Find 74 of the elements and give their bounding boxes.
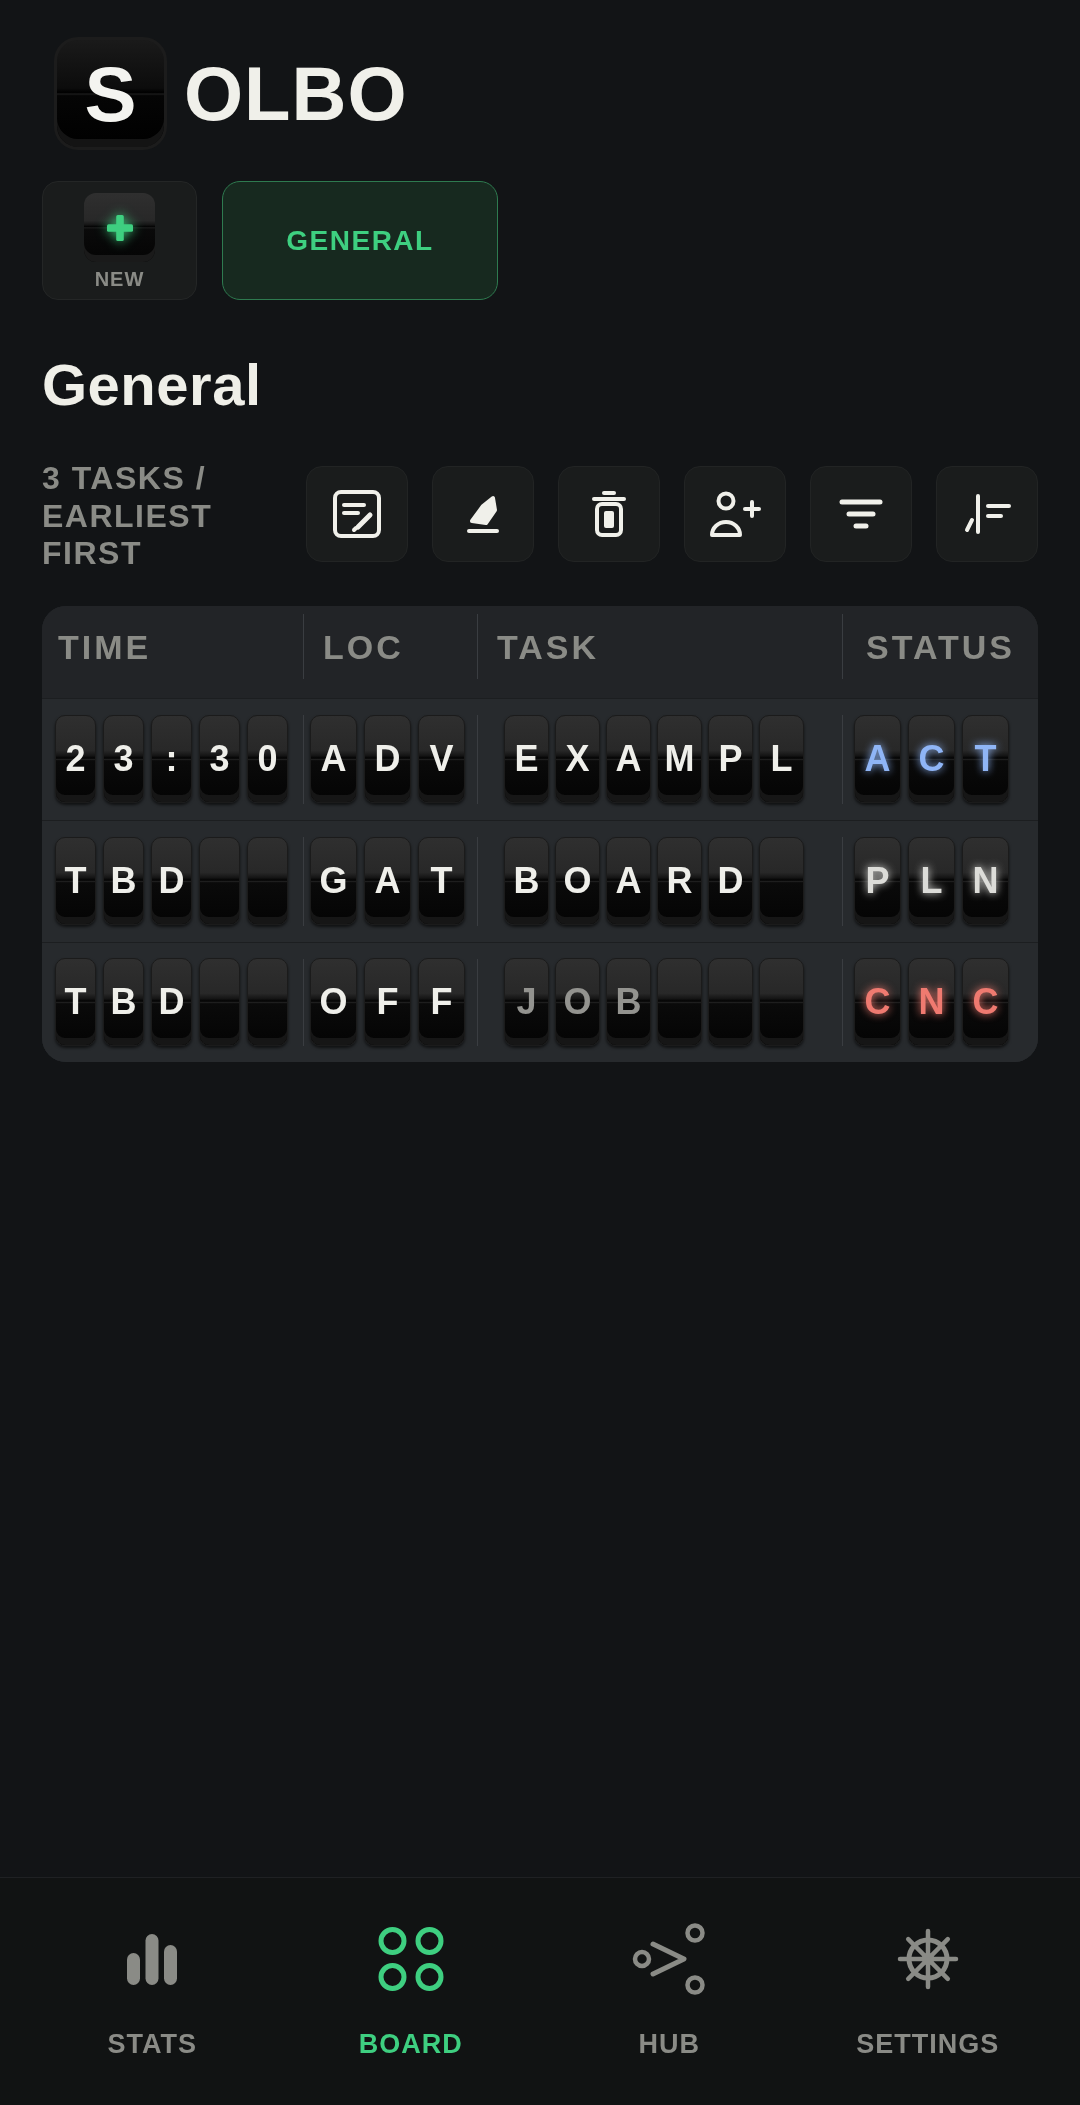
add-person-button[interactable] xyxy=(684,466,786,562)
plus-tile-icon xyxy=(84,193,155,262)
flap-tile: N xyxy=(908,958,955,1046)
flap-tile: P xyxy=(854,837,901,925)
person-plus-icon xyxy=(709,490,761,538)
flap-tile: V xyxy=(418,715,465,803)
flap-tile: A xyxy=(310,715,357,803)
flap-tile: O xyxy=(555,958,600,1046)
flap-tile: N xyxy=(962,837,1009,925)
flap-tile: 3 xyxy=(103,715,144,803)
sort-button[interactable] xyxy=(810,466,912,562)
flap-tile: B xyxy=(103,958,144,1046)
highlight-button[interactable] xyxy=(432,466,534,562)
flap-tile: A xyxy=(364,837,411,925)
filter-lines-icon xyxy=(839,499,883,529)
flap-tile: B xyxy=(504,837,549,925)
order-button[interactable] xyxy=(936,466,1038,562)
flap-tile: D xyxy=(151,837,192,925)
trash-icon xyxy=(592,491,626,537)
column-header: LOC xyxy=(322,626,404,664)
flap-tile: B xyxy=(103,837,144,925)
flap-tile: C xyxy=(908,715,955,803)
flap-tile: T xyxy=(418,837,465,925)
nav-item[interactable]: HUB xyxy=(540,1878,799,2105)
flap-tile: T xyxy=(962,715,1009,803)
marker-icon xyxy=(466,494,500,534)
delete-button[interactable] xyxy=(558,466,660,562)
logo-text: OLBO xyxy=(184,55,408,132)
flap-tile: E xyxy=(504,715,549,803)
flap-tile: D xyxy=(364,715,411,803)
flap-tile: D xyxy=(708,837,753,925)
flap-tile: R xyxy=(657,837,702,925)
flap-tile: C xyxy=(962,958,1009,1046)
column-header: TIME xyxy=(57,626,152,664)
nav-item[interactable]: STATS xyxy=(23,1878,282,2105)
flap-tile: F xyxy=(418,958,465,1046)
edit-button[interactable] xyxy=(306,466,408,562)
bar-lines-icon xyxy=(963,494,1011,534)
flap-tile: A xyxy=(606,715,651,803)
nav-item[interactable]: BOARD xyxy=(281,1878,540,2105)
four-rings-icon xyxy=(377,1927,444,1991)
flap-tile: T xyxy=(55,837,96,925)
flap-tile: F xyxy=(364,958,411,1046)
flap-tile: G xyxy=(310,837,357,925)
note-pen-icon xyxy=(333,490,381,538)
column-header: STATUS xyxy=(865,626,1015,664)
flap-tile: B xyxy=(606,958,651,1046)
flap-tile: O xyxy=(310,958,357,1046)
connected-nodes-icon xyxy=(632,1923,707,1995)
flap-tile: A xyxy=(854,715,901,803)
flap-tile: 2 xyxy=(55,715,96,803)
flap-tile: L xyxy=(908,837,955,925)
flap-tile: X xyxy=(555,715,600,803)
nav-item[interactable]: SETTINGS xyxy=(798,1878,1057,2105)
flap-tile: 0 xyxy=(247,715,288,803)
task-summary: 3 TASKS / EARLIEST FIRST xyxy=(42,460,214,573)
ship-wheel-icon xyxy=(896,1928,959,1990)
flap-tile: L xyxy=(759,715,804,803)
flap-tile: D xyxy=(151,958,192,1046)
column-header: TASK xyxy=(496,626,600,664)
flap-tile: 3 xyxy=(199,715,240,803)
new-button[interactable]: NEW xyxy=(42,181,197,300)
flap-tile: M xyxy=(657,715,702,803)
category-tab[interactable]: GENERAL xyxy=(222,181,498,300)
bar-chart-icon xyxy=(127,1933,178,1985)
flap-tile: J xyxy=(504,958,549,1046)
flap-tile: : xyxy=(151,715,192,803)
flap-tile: T xyxy=(55,958,96,1046)
flap-tile: A xyxy=(606,837,651,925)
flap-tile: C xyxy=(854,958,901,1046)
flap-tile: P xyxy=(708,715,753,803)
logo-tile: S xyxy=(54,37,167,150)
flap-tile: O xyxy=(555,837,600,925)
board-title: General xyxy=(42,351,262,418)
